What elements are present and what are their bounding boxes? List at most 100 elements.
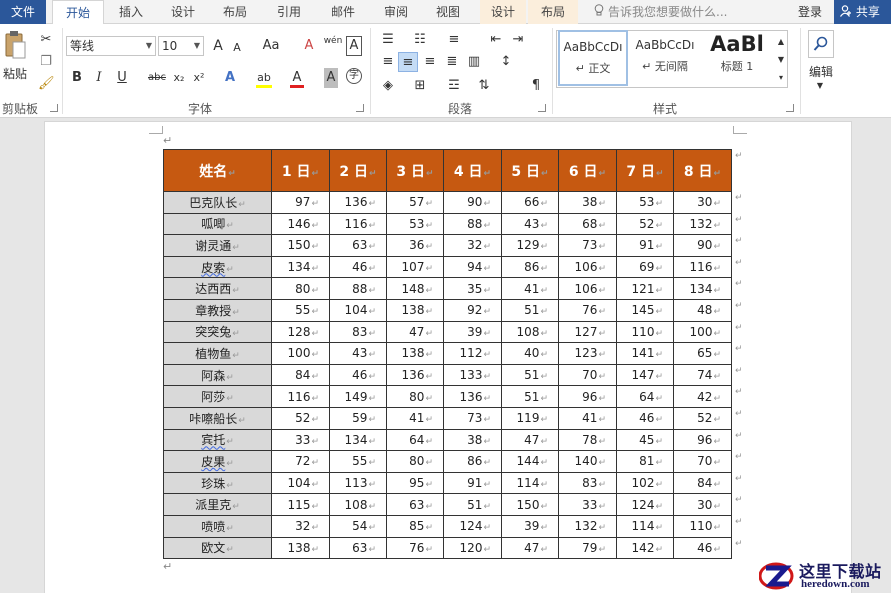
score-cell[interactable]: 32 [443, 234, 502, 257]
score-cell[interactable]: 47 [386, 320, 444, 344]
justify-icon[interactable]: ≣ [442, 52, 462, 72]
enclose-char-button[interactable]: 字 [346, 68, 362, 84]
score-cell[interactable]: 55 [329, 450, 387, 473]
score-cell[interactable]: 63 [329, 234, 387, 257]
clipboard-launcher-icon[interactable] [50, 104, 58, 112]
name-cell[interactable]: 达西西 [163, 277, 272, 300]
score-cell[interactable]: 86 [443, 450, 502, 473]
phonetic-guide-button[interactable]: wén [322, 36, 344, 56]
score-cell[interactable]: 134 [673, 277, 732, 300]
font-size-dropdown[interactable]: 10 ▼ [158, 36, 204, 56]
score-cell[interactable]: 46 [329, 363, 387, 387]
score-cell[interactable]: 113 [329, 471, 387, 495]
score-cell[interactable]: 64 [386, 428, 444, 452]
score-cell[interactable]: 70 [673, 450, 732, 473]
score-cell[interactable]: 68 [558, 212, 617, 236]
score-cell[interactable]: 112 [443, 342, 502, 365]
header-day[interactable]: 6 日 [558, 149, 617, 192]
shading-icon[interactable]: ◈ [378, 76, 398, 96]
score-cell[interactable]: 148 [386, 277, 444, 300]
name-cell[interactable]: 阿莎 [163, 385, 272, 408]
score-cell[interactable]: 72 [271, 450, 330, 473]
increase-indent-icon[interactable]: ⇥ [508, 30, 528, 50]
score-cell[interactable]: 30 [673, 493, 732, 516]
shrink-font-button[interactable]: A [230, 38, 244, 58]
score-cell[interactable]: 108 [501, 320, 559, 344]
line-spacing-icon[interactable]: ↕ [496, 52, 516, 72]
show-marks-icon[interactable]: ¶ [528, 76, 544, 96]
score-cell[interactable]: 30 [673, 191, 732, 214]
name-cell[interactable]: 喷喷 [163, 514, 272, 538]
strikethrough-button[interactable]: abc [145, 68, 169, 88]
score-cell[interactable]: 47 [501, 536, 559, 560]
score-cell[interactable]: 108 [329, 493, 387, 516]
score-cell[interactable]: 39 [501, 514, 559, 538]
name-cell[interactable]: 章教授 [163, 298, 272, 322]
search-icon[interactable] [808, 30, 834, 58]
grow-font-button[interactable]: A [210, 36, 226, 56]
tab-table-layout[interactable]: 布局 [528, 0, 578, 24]
multilevel-list-icon[interactable]: ≡ [444, 30, 464, 50]
char-shading-button[interactable]: A [324, 68, 338, 88]
italic-button[interactable]: I [92, 68, 106, 88]
char-border-button[interactable]: A [346, 36, 362, 56]
score-cell[interactable]: 52 [616, 212, 674, 236]
score-cell[interactable]: 51 [501, 363, 559, 387]
score-cell[interactable]: 124 [616, 493, 674, 516]
score-cell[interactable]: 116 [673, 255, 732, 279]
score-cell[interactable]: 57 [386, 191, 444, 214]
score-cell[interactable]: 134 [271, 255, 330, 279]
score-cell[interactable]: 136 [443, 385, 502, 408]
score-cell[interactable]: 81 [616, 450, 674, 473]
score-cell[interactable]: 69 [616, 255, 674, 279]
score-cell[interactable]: 80 [386, 385, 444, 408]
score-cell[interactable]: 41 [501, 277, 559, 300]
tab-file[interactable]: 文件 [0, 0, 46, 24]
score-cell[interactable]: 119 [501, 406, 559, 430]
header-day[interactable]: 2 日 [329, 149, 387, 192]
score-cell[interactable]: 138 [271, 536, 330, 560]
name-cell[interactable]: 皮索 [163, 255, 272, 279]
paste-button[interactable] [2, 30, 28, 62]
login-link[interactable]: 登录 [798, 0, 822, 24]
score-cell[interactable]: 100 [673, 320, 732, 344]
score-cell[interactable]: 47 [501, 428, 559, 452]
score-cell[interactable]: 100 [271, 342, 330, 365]
score-cell[interactable]: 88 [443, 212, 502, 236]
name-cell[interactable]: 阿森 [163, 363, 272, 387]
score-cell[interactable]: 35 [443, 277, 502, 300]
score-cell[interactable]: 121 [616, 277, 674, 300]
score-cell[interactable]: 92 [443, 298, 502, 322]
score-cell[interactable]: 140 [558, 450, 617, 473]
score-cell[interactable]: 65 [673, 342, 732, 365]
score-cell[interactable]: 138 [386, 298, 444, 322]
name-cell[interactable]: 宾托 [163, 428, 272, 452]
score-cell[interactable]: 59 [329, 406, 387, 430]
font-launcher-icon[interactable] [356, 104, 364, 112]
name-cell[interactable]: 珍珠 [163, 471, 272, 495]
score-cell[interactable]: 146 [271, 212, 330, 236]
score-cell[interactable]: 95 [386, 471, 444, 495]
score-cell[interactable]: 52 [271, 406, 330, 430]
name-cell[interactable]: 植物鱼 [163, 342, 272, 365]
score-cell[interactable]: 114 [616, 514, 674, 538]
bullets-icon[interactable]: ☰ [378, 30, 398, 50]
header-day[interactable]: 8 日 [673, 149, 732, 192]
score-cell[interactable]: 36 [386, 234, 444, 257]
style-heading-1[interactable]: AaBl 标题 1 [702, 30, 772, 86]
subscript-button[interactable]: x₂ [171, 68, 187, 88]
score-cell[interactable]: 134 [329, 428, 387, 452]
score-cell[interactable]: 48 [673, 298, 732, 322]
score-cell[interactable]: 51 [501, 385, 559, 408]
name-cell[interactable]: 呱唧 [163, 212, 272, 236]
align-right-icon[interactable]: ≡ [420, 52, 440, 72]
tab-home[interactable]: 开始 [52, 0, 104, 25]
score-cell[interactable]: 84 [673, 471, 732, 495]
tab-references[interactable]: 引用 [266, 0, 312, 24]
score-cell[interactable]: 84 [271, 363, 330, 387]
score-cell[interactable]: 38 [443, 428, 502, 452]
text-effects-button[interactable]: A [222, 68, 238, 88]
align-left-icon[interactable]: ≡ [378, 52, 398, 72]
score-cell[interactable]: 39 [443, 320, 502, 344]
chinese-layout-icon[interactable]: ☲ [444, 76, 464, 96]
